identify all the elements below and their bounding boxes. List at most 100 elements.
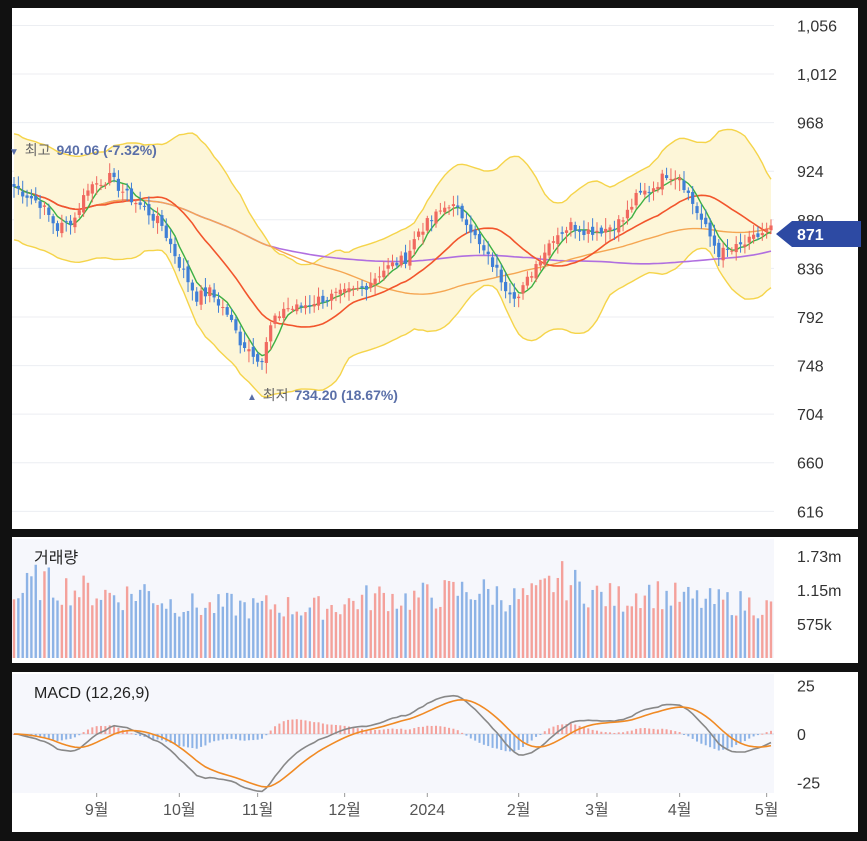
macd-histogram-bar <box>435 725 438 734</box>
macd-histogram-bar <box>552 726 555 734</box>
stock-chart[interactable]: 1,0561,012968924880836792748704660616 ▼ … <box>0 0 867 841</box>
macd-histogram-bar <box>60 734 63 741</box>
volume-bar <box>12 599 16 658</box>
volume-bar <box>378 586 381 658</box>
candle-body <box>403 252 408 264</box>
volume-bar <box>217 594 220 658</box>
macd-histogram-bar <box>639 728 642 734</box>
volume-bar <box>743 610 747 658</box>
macd-histogram-bar <box>456 730 459 734</box>
macd-histogram-bar <box>439 726 442 734</box>
candle-body <box>160 215 164 226</box>
volume-bar <box>639 608 642 658</box>
candle-body <box>582 230 586 235</box>
volume-bar <box>665 590 668 658</box>
candle-body <box>686 190 690 193</box>
candle-body <box>64 221 68 223</box>
macd-histogram-bar <box>165 734 168 742</box>
macd-histogram-bar <box>200 734 203 747</box>
macd-histogram-bar <box>300 719 303 734</box>
candle-body <box>734 244 738 253</box>
macd-tick-label: 0 <box>797 727 806 744</box>
candle-body <box>316 296 321 306</box>
volume-bar <box>56 600 59 658</box>
candle-body <box>495 264 499 268</box>
candle-body <box>699 213 703 220</box>
candle-body <box>769 225 773 231</box>
macd-histogram-bar <box>730 734 733 748</box>
volume-bar <box>173 612 177 658</box>
candle-body <box>656 186 660 190</box>
volume-bar <box>47 567 51 658</box>
macd-histogram-bar <box>408 729 411 734</box>
volume-bar <box>165 608 168 658</box>
volume-bar <box>317 596 320 658</box>
volume-bar <box>391 593 394 658</box>
chart-frame: 1,0561,012968924880836792748704660616 ▼ … <box>0 0 867 841</box>
macd-histogram-bar <box>269 730 272 734</box>
macd-histogram-bar <box>748 734 751 739</box>
candle-body <box>360 286 364 288</box>
volume-bar <box>260 600 264 658</box>
volume-bar <box>674 582 677 658</box>
volume-bar <box>326 608 329 658</box>
candle-body <box>225 307 229 315</box>
candle-body <box>282 308 286 318</box>
volume-bar <box>434 608 438 658</box>
macd-histogram-bar <box>543 731 546 734</box>
volume-bar <box>269 609 272 658</box>
volume-bar <box>482 579 486 658</box>
candle-body <box>329 293 334 301</box>
candle-body <box>273 315 277 324</box>
macd-histogram-bar <box>756 734 759 736</box>
volume-bar <box>487 588 490 658</box>
candle-body <box>599 227 603 234</box>
candle-body <box>129 188 134 203</box>
volume-bar <box>178 616 181 658</box>
macd-histogram-bar <box>395 729 398 734</box>
candle-body <box>460 205 464 219</box>
macd-histogram-bar <box>661 728 664 734</box>
volume-bar <box>286 597 290 658</box>
candle-body <box>99 184 103 186</box>
current-price-value: 871 <box>797 227 824 244</box>
volume-bar <box>278 612 281 658</box>
macd-histogram-bar <box>526 734 529 744</box>
candle-body <box>447 207 451 209</box>
volume-bar <box>330 604 333 658</box>
candle-body <box>595 230 599 233</box>
volume-bar <box>230 593 233 658</box>
volume-bar <box>369 610 372 658</box>
candle-body <box>155 215 160 224</box>
candle-body <box>68 220 73 226</box>
x-tick-label: 9월 <box>85 801 109 819</box>
candle-body <box>142 205 147 207</box>
candle-body <box>564 230 569 233</box>
candle-body <box>751 234 756 239</box>
volume-bar <box>295 611 298 658</box>
candle-body <box>277 316 281 319</box>
volume-bar <box>765 600 768 658</box>
volume-bar <box>82 575 85 658</box>
candle-body <box>551 241 556 243</box>
candle-body <box>264 342 268 363</box>
candle-body <box>521 285 525 294</box>
volume-bar <box>400 605 403 658</box>
candle-body <box>486 251 490 255</box>
x-tick-label: 10월 <box>163 801 196 819</box>
volume-bar <box>608 583 612 658</box>
candle-body <box>604 228 608 233</box>
macd-histogram-bar <box>56 734 59 741</box>
candle-body <box>399 255 403 266</box>
volume-bar <box>495 586 499 658</box>
candle-body <box>229 314 234 321</box>
volume-bar <box>99 599 103 658</box>
volume-bar <box>513 588 516 658</box>
macd-histogram-bar <box>426 725 429 734</box>
candle-body <box>103 184 107 186</box>
macd-histogram-bar <box>669 730 672 734</box>
candle-body <box>625 209 630 219</box>
volume-bar <box>700 607 703 658</box>
candle-body <box>203 287 208 297</box>
candle-body <box>221 307 225 309</box>
